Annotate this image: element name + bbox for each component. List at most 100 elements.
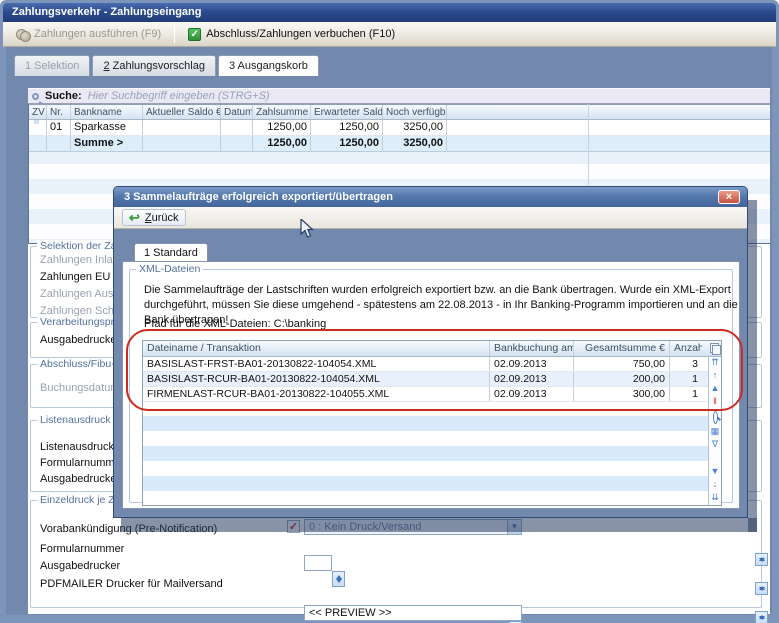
export-table-header: Dateiname / Transaktion Bankbuchung am G… [143,341,721,357]
dialog-toolbar: ↩ Zurück [114,207,747,229]
application-window: Zahlungsverkehr - Zahlungseingang Zahlun… [0,0,779,623]
dialog-tab-standard[interactable]: 1 Standard [134,243,208,262]
cell-count: 1 [670,372,702,386]
sum-zahlsumme: 1250,00 [253,136,311,151]
move-up-icon[interactable]: ▲ [711,383,720,396]
dialog-shadow [748,200,757,532]
main-toolbar: Zahlungen ausführen (F9) ✓ Abschluss/Zah… [3,22,776,47]
table-nav-strip: ⇈ ↑ ▲ ‖ ▦ ∇ ▼ ↓ ⇊ [708,357,721,505]
back-arrow-icon: ↩ [129,211,140,224]
dialog-content: XML-Dateien Die Sammelaufträge der Lasts… [122,261,740,509]
cell-date: 02.09.2013 [490,372,574,386]
export-table-row[interactable]: BASISLAST-FRST-BA01-20130822-104054.XML … [143,357,721,372]
col-zahlsumme[interactable]: Zahlsumme € [253,105,311,119]
cell-nr: 01 [47,120,71,135]
toolbar-separator [174,25,175,43]
row-spinner[interactable] [755,582,768,595]
cell-file: BASISLAST-RCUR-BA01-20130822-104054.XML [143,372,490,386]
scroll-top-icon[interactable]: ⇈ [711,357,719,370]
xml-files-group-title: XML-Dateien [136,263,203,275]
tab-zahlungsvorschlag[interactable]: 2 Zahlungsvorschlag [92,55,216,76]
sidebar-item-ausgabedrucker-1[interactable]: Ausgabedrucker [40,334,120,346]
copy-grid-icon[interactable] [710,343,720,354]
search-icon[interactable] [713,411,718,424]
col-bankbuchung[interactable]: Bankbuchung am [490,341,574,356]
tab-zahlungsvorschlag-label: 2 Zahlungsvorschlag [103,56,205,76]
filter-icon[interactable]: ∇ [712,439,718,452]
search-label: Suche: [45,90,82,102]
page-down-icon[interactable]: ↓ [713,479,718,492]
cell-aktueller-saldo [143,120,221,135]
search-icon [32,93,39,100]
page-up-icon[interactable]: ↑ [713,370,718,383]
execute-payments-label: Zahlungen ausführen (F9) [34,28,161,40]
bank-table-sum-row: Summe > 1250,00 1250,00 3250,00 [29,136,770,152]
back-button[interactable]: ↩ Zurück [122,209,186,226]
col-anzahl[interactable]: Anzah [670,341,702,356]
chart-icon[interactable]: ▦ [711,426,720,439]
col-datum[interactable]: Datum [221,105,253,119]
formularnummer-spinner[interactable] [332,571,345,587]
scroll-bottom-icon[interactable]: ⇊ [711,492,719,505]
formularnummer-input[interactable] [304,555,332,571]
col-bankname[interactable]: Bankname [71,105,143,119]
export-files-table: Dateiname / Transaktion Bankbuchung am G… [142,340,722,506]
back-button-label: Zurück [145,212,179,224]
cell-zahlsumme: 1250,00 [253,120,311,135]
xml-files-group: XML-Dateien Die Sammelaufträge der Lasts… [129,269,733,503]
col-filler [447,105,770,119]
export-table-row[interactable]: BASISLAST-RCUR-BA01-20130822-104054.XML … [143,372,721,387]
dialog-close-button[interactable]: × [718,190,740,204]
col-zv[interactable]: ZV [29,105,47,119]
cell-date: 02.09.2013 [490,387,574,401]
sum-noch-verfuegbar: 3250,00 [383,136,447,151]
row-spinner[interactable] [755,553,768,566]
row-spinner[interactable] [755,611,768,623]
sidebar-item-zahlungen-eu[interactable]: Zahlungen EU [40,271,110,283]
bank-table-row[interactable]: 01 Sparkasse 1250,00 1250,00 3250,00 [29,120,770,136]
col-erwarteter-saldo[interactable]: Erwarteter Saldo € [311,105,383,119]
sidebar-item-formularnummer-1[interactable]: Formularnummer [40,457,124,469]
dialog-shadow [121,518,757,532]
sidebar-item-pdfmailer[interactable]: PDFMAILER Drucker für Mailversand [40,578,223,590]
splitter-icon[interactable]: ‖ [713,396,717,409]
tab-ausgangskorb-label: 3 Ausgangskorb [229,60,308,72]
cell-sum: 300,00 [574,387,670,401]
window-titlebar: Zahlungsverkehr - Zahlungseingang [3,3,776,22]
tab-selektion-label: 1 Selektion [25,60,79,72]
dialog-tab-label: 1 Standard [144,247,198,259]
sum-label: Summe > [71,136,143,151]
col-aktueller-saldo[interactable]: Aktueller Saldo € [143,105,221,119]
sum-erwarteter-saldo: 1250,00 [311,136,383,151]
coins-icon [16,29,29,40]
cell-sum: 750,00 [574,357,670,371]
col-noch-verfuegbar[interactable]: Noch verfügbar € [383,105,447,119]
tab-selektion[interactable]: 1 Selektion [14,55,90,76]
search-input[interactable]: Hier Suchbegriff eingeben (STRG+S) [88,90,270,102]
xml-path: Pfad für die XML-Dateien: C:\banking [144,318,326,330]
col-gesamtsumme[interactable]: Gesamtsumme € [574,341,670,356]
move-down-icon[interactable]: ▼ [711,466,720,479]
cell-sum: 200,00 [574,372,670,386]
cell-file: FIRMENLAST-RCUR-BA01-20130822-104055.XML [143,387,490,401]
cell-erwarteter-saldo: 1250,00 [311,120,383,135]
tab-ausgangskorb[interactable]: 3 Ausgangskorb [218,55,319,76]
ausgabedrucker-dropdown[interactable]: << PREVIEW >> [304,605,522,621]
cell-count: 3 [670,357,702,371]
col-dateiname[interactable]: Dateiname / Transaktion [143,341,490,356]
book-check-icon: ✓ [188,28,201,41]
sidebar-item-formularnummer-2[interactable]: Formularnummer [40,543,124,555]
ausgabedrucker-value: << PREVIEW >> [309,607,521,619]
col-nr[interactable]: Nr. [47,105,71,119]
execute-payments-button[interactable]: Zahlungen ausführen (F9) [9,24,168,44]
search-bar[interactable]: Suche: Hier Suchbegriff eingeben (STRG+S… [28,88,770,104]
cell-date: 02.09.2013 [490,357,574,371]
sidebar-item-ausgabedrucker-3[interactable]: Ausgabedrucker [40,560,120,572]
cell-noch-verfuegbar: 3250,00 [383,120,447,135]
dialog-title: 3 Sammelaufträge erfolgreich exportiert/… [124,191,393,203]
export-table-row[interactable]: FIRMENLAST-RCUR-BA01-20130822-104055.XML… [143,387,721,402]
cell-file: BASISLAST-FRST-BA01-20130822-104054.XML [143,357,490,371]
sidebar-item-ausgabedrucker-2[interactable]: Ausgabedrucker [40,473,120,485]
book-payments-button[interactable]: ✓ Abschluss/Zahlungen verbuchen (F10) [181,24,402,44]
cell-datum [221,120,253,135]
